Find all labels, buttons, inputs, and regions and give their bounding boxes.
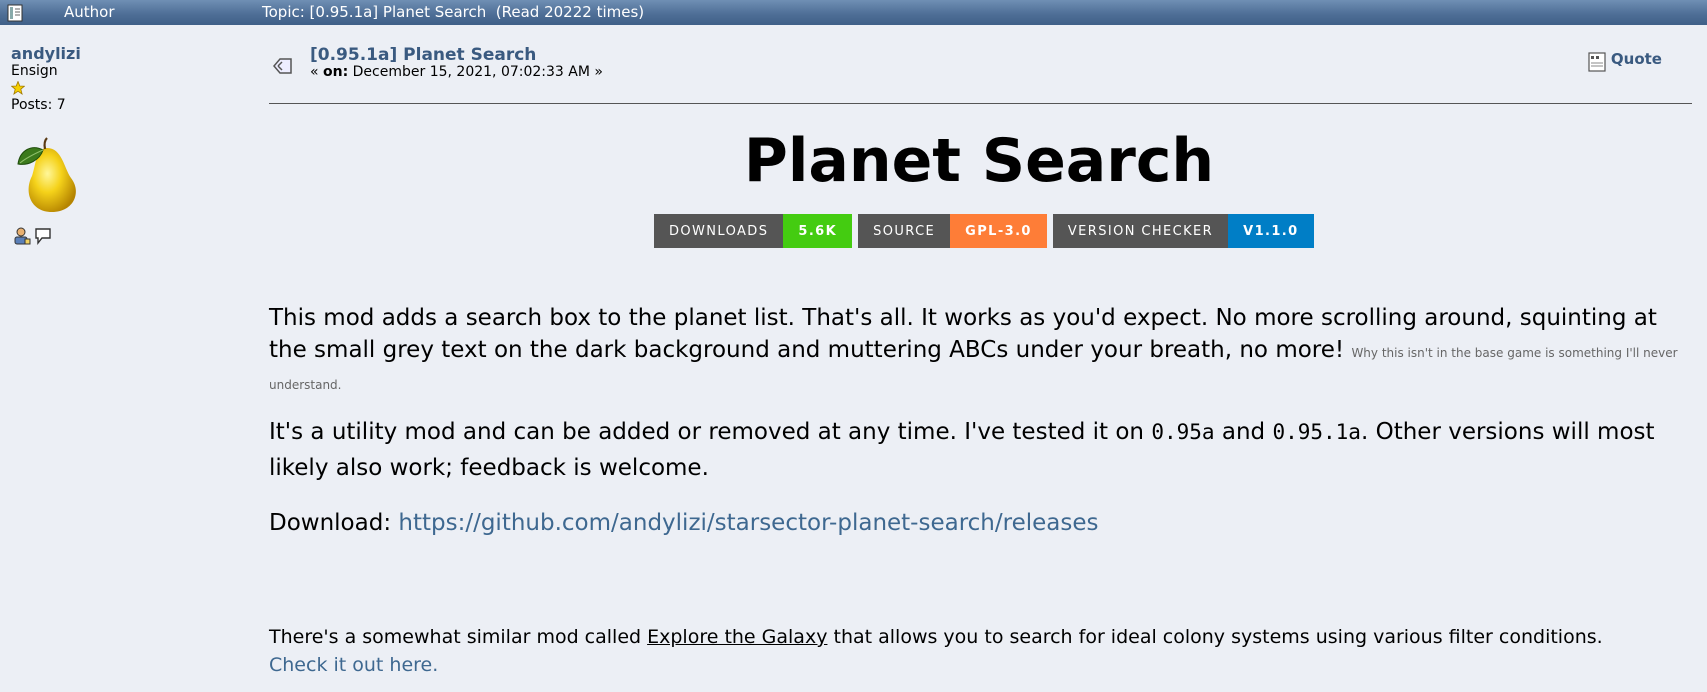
mod-heading: Planet Search [743,126,1215,196]
download-paragraph: Download: https://github.com/andylizi/st… [269,505,1689,541]
downloads-badge-label: DOWNLOADS [654,214,784,248]
similar-text-b: that allows you to search for ideal colo… [827,626,1603,648]
explore-galaxy-link[interactable]: Explore the Galaxy [647,626,827,648]
version-code-2: 0.95.1a [1272,420,1361,444]
date-prefix: « [310,64,324,80]
description-paragraph: This mod adds a search box to the planet… [269,302,1689,398]
source-badge[interactable]: SOURCE GPL-3.0 [858,214,1047,248]
topic-icon [7,4,23,22]
personal-message-icon[interactable] [33,226,53,246]
topic-title-label: Topic: [0.95.1a] Planet Search (Read 202… [262,3,645,21]
rank-star-icon [11,81,25,95]
date-value: December 15, 2021, 07:02:33 AM » [348,64,603,80]
date-on-label: on: [323,64,349,80]
quote-label: Quote [1610,50,1662,68]
pear-avatar [17,137,76,212]
compatibility-paragraph: It's a utility mod and can be added or r… [269,414,1689,486]
version-checker-badge[interactable]: VERSION CHECKER V1.1.0 [1052,214,1314,248]
post-date: « on: December 15, 2021, 07:02:33 AM » [310,64,603,80]
version-checker-badge-label: VERSION CHECKER [1052,214,1229,248]
topic-header-bar: Author Topic: [0.95.1a] Planet Search (R… [0,0,1707,25]
quote-icon [1588,52,1606,72]
profile-icon[interactable] [12,226,32,246]
download-label: Download: [269,510,399,536]
post-xx-icon [273,58,292,74]
downloads-badge[interactable]: DOWNLOADS 5.6K [654,214,853,248]
badge-row: DOWNLOADS 5.6K SOURCE GPL-3.0 VERSION CH… [654,214,1314,248]
quote-button[interactable]: Quote [1588,46,1662,72]
source-badge-value: GPL-3.0 [950,214,1047,248]
downloads-badge-value: 5.6K [783,214,853,248]
similar-text-a: There's a somewhat similar mod called [269,626,648,648]
poster-info: andylizi Ensign Posts: 7 [11,44,241,245]
post-title-link[interactable]: [0.95.1a] Planet Search [310,45,536,65]
version-checker-badge-value: V1.1.0 [1228,214,1314,248]
check-it-out-link[interactable]: Check it out here. [269,654,438,676]
source-badge-label: SOURCE [858,214,951,248]
compat-text-a: It's a utility mod and can be added or r… [269,419,1152,445]
post-divider [269,103,1692,104]
compat-text-b: and [1214,419,1273,445]
poster-username-link[interactable]: andylizi [11,44,241,63]
similar-mod-paragraph: There's a somewhat similar mod called Ex… [269,623,1699,679]
version-code-1: 0.95a [1151,420,1215,444]
poster-post-count: Posts: 7 [11,97,66,113]
poster-rank: Ensign [11,63,58,79]
download-link[interactable]: https://github.com/andylizi/starsector-p… [398,510,1098,536]
author-column-label: Author [64,3,115,21]
